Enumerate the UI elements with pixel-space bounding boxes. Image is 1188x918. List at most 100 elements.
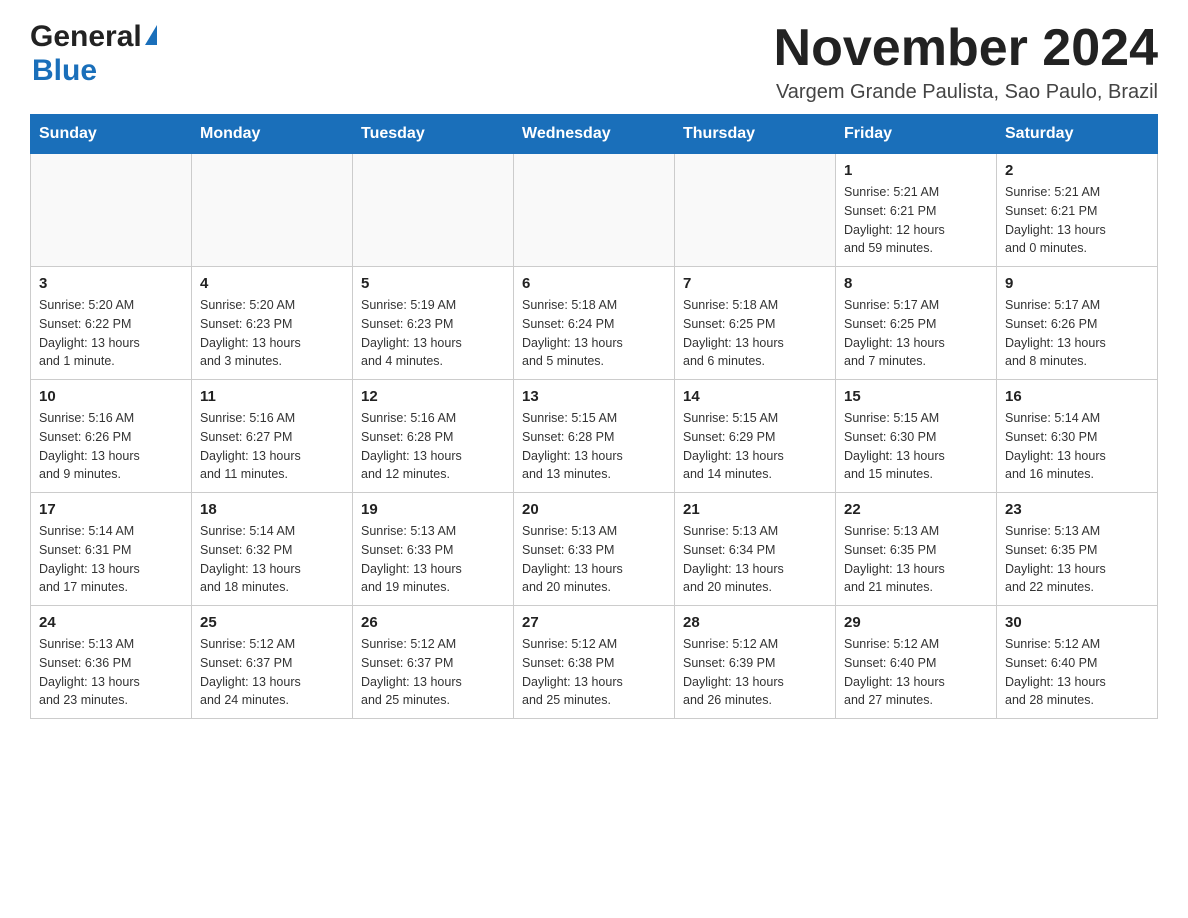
day-info: Sunrise: 5:18 AMSunset: 6:24 PMDaylight:… [522, 296, 666, 371]
day-info: Sunrise: 5:14 AMSunset: 6:30 PMDaylight:… [1005, 409, 1149, 484]
calendar-cell: 13Sunrise: 5:15 AMSunset: 6:28 PMDayligh… [514, 380, 675, 493]
day-number: 17 [39, 501, 183, 518]
calendar-cell: 24 Sunrise: 5:13 AMSunset: 6:36 PMDayligh… [31, 606, 192, 719]
logo-triangle-icon [145, 25, 157, 45]
day-info: Sunrise: 5:12 AMSunset: 6:40 PMDaylight:… [844, 635, 988, 710]
day-info: Sunrise: 5:15 AMSunset: 6:30 PMDaylight:… [844, 409, 988, 484]
calendar-header-friday: Friday [836, 115, 997, 154]
day-info: Sunrise: 5:19 AMSunset: 6:23 PMDaylight:… [361, 296, 505, 371]
page-header: General Blue November 2024 Vargem Grande… [30, 20, 1158, 104]
day-number: 22 [844, 501, 988, 518]
day-info: Sunrise: 5:14 AMSunset: 6:31 PMDaylight:… [39, 522, 183, 597]
calendar-cell: 9 Sunrise: 5:17 AMSunset: 6:26 PMDaylight… [997, 267, 1158, 380]
day-number: 28 [683, 614, 827, 631]
day-number: 1 [844, 162, 988, 179]
calendar-cell: 8 Sunrise: 5:17 AMSunset: 6:25 PMDaylight… [836, 267, 997, 380]
calendar-header-row: SundayMondayTuesdayWednesdayThursdayFrid… [31, 115, 1158, 154]
day-info: Sunrise: 5:12 AMSunset: 6:39 PMDaylight:… [683, 635, 827, 710]
day-number: 26 [361, 614, 505, 631]
day-info: Sunrise: 5:13 AMSunset: 6:35 PMDaylight:… [844, 522, 988, 597]
day-number: 25 [200, 614, 344, 631]
day-info: Sunrise: 5:18 AMSunset: 6:25 PMDaylight:… [683, 296, 827, 371]
day-info: Sunrise: 5:17 AMSunset: 6:26 PMDaylight:… [1005, 296, 1149, 371]
day-info: Sunrise: 5:13 AMSunset: 6:36 PMDaylight:… [39, 635, 183, 710]
calendar-cell [675, 154, 836, 267]
day-number: 5 [361, 275, 505, 292]
calendar-cell: 14Sunrise: 5:15 AMSunset: 6:29 PMDayligh… [675, 380, 836, 493]
day-number: 24 [39, 614, 183, 631]
calendar-cell: 20 Sunrise: 5:13 AMSunset: 6:33 PMDayligh… [514, 493, 675, 606]
day-number: 10 [39, 388, 183, 405]
calendar-header-tuesday: Tuesday [353, 115, 514, 154]
day-number: 2 [1005, 162, 1149, 179]
calendar-cell: 22 Sunrise: 5:13 AMSunset: 6:35 PMDayligh… [836, 493, 997, 606]
calendar-cell: 30 Sunrise: 5:12 AMSunset: 6:40 PMDayligh… [997, 606, 1158, 719]
calendar-cell [192, 154, 353, 267]
day-number: 19 [361, 501, 505, 518]
day-number: 16 [1005, 388, 1149, 405]
month-year-title: November 2024 [774, 20, 1158, 77]
day-info: Sunrise: 5:17 AMSunset: 6:25 PMDaylight:… [844, 296, 988, 371]
calendar-cell [514, 154, 675, 267]
day-number: 21 [683, 501, 827, 518]
calendar-cell: 3Sunrise: 5:20 AMSunset: 6:22 PMDaylight… [31, 267, 192, 380]
calendar-cell: 12Sunrise: 5:16 AMSunset: 6:28 PMDayligh… [353, 380, 514, 493]
calendar-cell: 5 Sunrise: 5:19 AMSunset: 6:23 PMDaylight… [353, 267, 514, 380]
day-number: 12 [361, 388, 505, 405]
calendar-week-3: 10Sunrise: 5:16 AMSunset: 6:26 PMDayligh… [31, 380, 1158, 493]
day-number: 11 [200, 388, 344, 405]
day-info: Sunrise: 5:12 AMSunset: 6:37 PMDaylight:… [200, 635, 344, 710]
calendar-cell: 16 Sunrise: 5:14 AMSunset: 6:30 PMDayligh… [997, 380, 1158, 493]
calendar-week-5: 24 Sunrise: 5:13 AMSunset: 6:36 PMDayligh… [31, 606, 1158, 719]
calendar-cell: 17 Sunrise: 5:14 AMSunset: 6:31 PMDayligh… [31, 493, 192, 606]
calendar-cell: 7 Sunrise: 5:18 AMSunset: 6:25 PMDaylight… [675, 267, 836, 380]
calendar-week-2: 3Sunrise: 5:20 AMSunset: 6:22 PMDaylight… [31, 267, 1158, 380]
day-number: 9 [1005, 275, 1149, 292]
day-info: Sunrise: 5:12 AMSunset: 6:40 PMDaylight:… [1005, 635, 1149, 710]
calendar-cell: 19 Sunrise: 5:13 AMSunset: 6:33 PMDayligh… [353, 493, 514, 606]
calendar-header-saturday: Saturday [997, 115, 1158, 154]
day-number: 27 [522, 614, 666, 631]
calendar-week-1: 1 Sunrise: 5:21 AMSunset: 6:21 PMDaylight… [31, 154, 1158, 267]
day-number: 30 [1005, 614, 1149, 631]
calendar-header-thursday: Thursday [675, 115, 836, 154]
day-number: 6 [522, 275, 666, 292]
day-number: 20 [522, 501, 666, 518]
calendar-cell: 4 Sunrise: 5:20 AMSunset: 6:23 PMDaylight… [192, 267, 353, 380]
calendar-header-wednesday: Wednesday [514, 115, 675, 154]
calendar-cell [353, 154, 514, 267]
day-number: 18 [200, 501, 344, 518]
day-number: 3 [39, 275, 183, 292]
calendar-cell: 11Sunrise: 5:16 AMSunset: 6:27 PMDayligh… [192, 380, 353, 493]
day-info: Sunrise: 5:15 AMSunset: 6:29 PMDaylight:… [683, 409, 827, 484]
calendar-cell: 18 Sunrise: 5:14 AMSunset: 6:32 PMDayligh… [192, 493, 353, 606]
calendar-cell: 29Sunrise: 5:12 AMSunset: 6:40 PMDayligh… [836, 606, 997, 719]
calendar-body: 1 Sunrise: 5:21 AMSunset: 6:21 PMDaylight… [31, 154, 1158, 719]
calendar-cell: 23Sunrise: 5:13 AMSunset: 6:35 PMDayligh… [997, 493, 1158, 606]
calendar-cell: 2 Sunrise: 5:21 AMSunset: 6:21 PMDaylight… [997, 154, 1158, 267]
calendar-cell: 10Sunrise: 5:16 AMSunset: 6:26 PMDayligh… [31, 380, 192, 493]
day-info: Sunrise: 5:13 AMSunset: 6:34 PMDaylight:… [683, 522, 827, 597]
day-info: Sunrise: 5:13 AMSunset: 6:35 PMDaylight:… [1005, 522, 1149, 597]
calendar-cell: 26Sunrise: 5:12 AMSunset: 6:37 PMDayligh… [353, 606, 514, 719]
day-info: Sunrise: 5:14 AMSunset: 6:32 PMDaylight:… [200, 522, 344, 597]
day-info: Sunrise: 5:12 AMSunset: 6:38 PMDaylight:… [522, 635, 666, 710]
day-info: Sunrise: 5:13 AMSunset: 6:33 PMDaylight:… [361, 522, 505, 597]
logo: General Blue [30, 20, 157, 88]
day-info: Sunrise: 5:21 AMSunset: 6:21 PMDaylight:… [1005, 183, 1149, 258]
day-number: 15 [844, 388, 988, 405]
day-number: 4 [200, 275, 344, 292]
day-info: Sunrise: 5:13 AMSunset: 6:33 PMDaylight:… [522, 522, 666, 597]
day-number: 8 [844, 275, 988, 292]
calendar-cell: 28 Sunrise: 5:12 AMSunset: 6:39 PMDayligh… [675, 606, 836, 719]
calendar-header-monday: Monday [192, 115, 353, 154]
day-info: Sunrise: 5:15 AMSunset: 6:28 PMDaylight:… [522, 409, 666, 484]
calendar-header-sunday: Sunday [31, 115, 192, 154]
logo-general-text: General [30, 20, 142, 54]
day-info: Sunrise: 5:20 AMSunset: 6:23 PMDaylight:… [200, 296, 344, 371]
calendar-cell: 1Sunrise: 5:21 AMSunset: 6:21 PMDaylight… [836, 154, 997, 267]
calendar-cell: 25 Sunrise: 5:12 AMSunset: 6:37 PMDayligh… [192, 606, 353, 719]
day-number: 7 [683, 275, 827, 292]
logo-blue-text: Blue [30, 54, 97, 87]
calendar-table: SundayMondayTuesdayWednesdayThursdayFrid… [30, 114, 1158, 719]
